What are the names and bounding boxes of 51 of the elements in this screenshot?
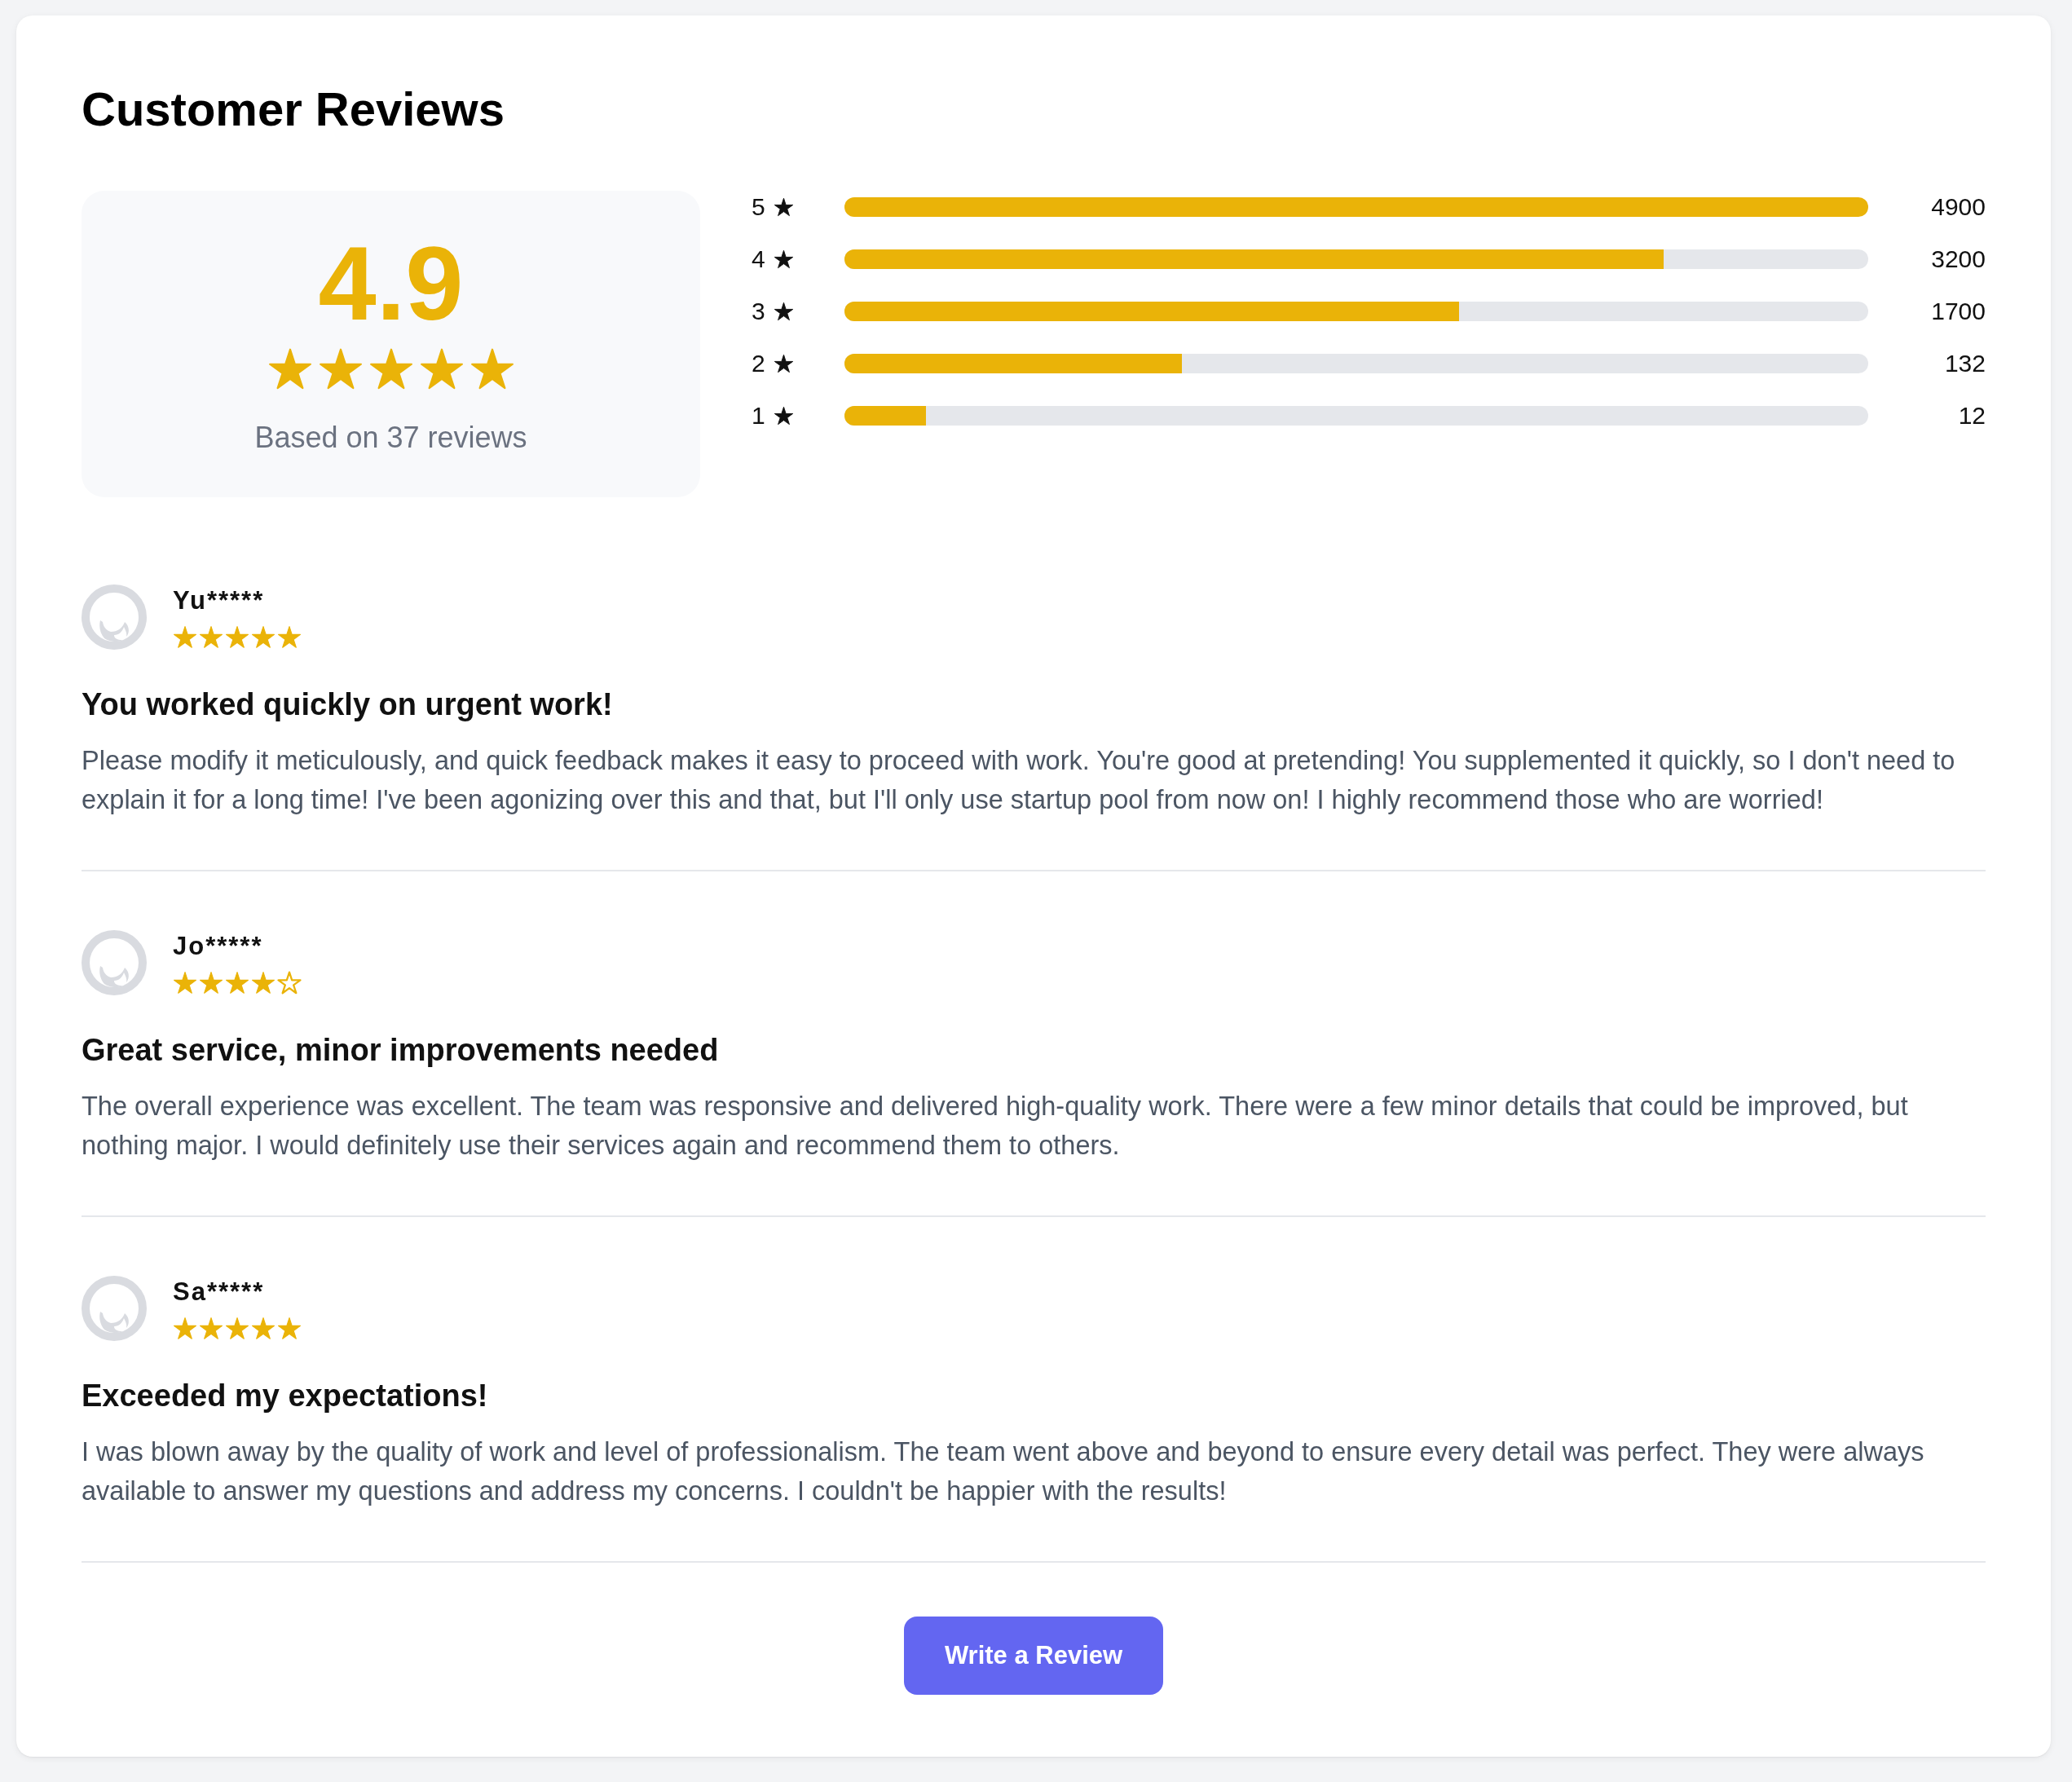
avatar-icon — [82, 930, 147, 995]
star-icon — [368, 347, 414, 390]
rating-count: 12 — [1957, 401, 1986, 430]
star-icon — [225, 970, 249, 995]
star-icon — [251, 1316, 276, 1340]
star-icon — [225, 624, 249, 649]
rating-count: 132 — [1943, 349, 1986, 378]
star-icon — [199, 1316, 223, 1340]
star-icon — [773, 354, 794, 373]
review-text: The overall experience was excellent. The team was responsive and delivered high-quality work. There were a few minor details that could be improved, but nothing major. I would definitely use their services again and recommend them to others. — [82, 1091, 1909, 1162]
reviewer-name: Sa***** — [173, 1277, 265, 1307]
write-review-button[interactable]: Write a Review — [903, 1617, 1164, 1695]
star-outline-icon — [277, 970, 302, 995]
star-icon — [225, 1316, 249, 1340]
star-level-label: 5 — [752, 192, 765, 222]
average-score: 4.9 — [318, 232, 464, 336]
star-icon — [251, 970, 276, 995]
avatar-icon — [82, 584, 147, 650]
rating-count: 3200 — [1930, 245, 1986, 274]
star-icon — [773, 249, 794, 269]
star-level-label: 4 — [752, 245, 765, 274]
star-icon — [277, 1316, 302, 1340]
star-icon — [277, 624, 302, 649]
star-icon — [773, 406, 794, 426]
star-icon — [173, 624, 197, 649]
avatar-icon — [82, 1276, 147, 1341]
star-level-label: 1 — [752, 401, 765, 430]
star-icon — [773, 197, 794, 217]
star-icon — [251, 624, 276, 649]
star-icon — [199, 970, 223, 995]
star-icon — [173, 1316, 197, 1340]
star-icon — [173, 970, 197, 995]
rating-count: 1700 — [1930, 297, 1986, 326]
star-icon — [267, 347, 313, 390]
review-text: I was blown away by the quality of work and level of professionalism. The team went above and beyond to ensure every detail was perfect. They were always available to answer my questions and address my concerns. I couldn't be happier with the results! — [82, 1436, 1925, 1507]
review-title: You worked quickly on urgent work! — [82, 686, 614, 723]
reviewer-name: Jo***** — [173, 931, 263, 961]
page-title: Customer Reviews — [82, 82, 505, 137]
rating-count: 4900 — [1930, 192, 1986, 222]
star-icon — [199, 624, 223, 649]
review-count-caption: Based on 37 reviews — [254, 420, 527, 456]
star-level-label: 3 — [752, 297, 765, 326]
review-title: Exceeded my expectations! — [82, 1378, 489, 1414]
review-text: Please modify it meticulously, and quick feedback makes it easy to proceed with work. You're good at pretending! You supplemented it quickly, so I don't need to explain it for a long time! I've been agonizing over this and that, but I'll only use startup pool from now on! I highly recommend those who are worried! — [82, 745, 1956, 816]
reviewer-name: Yu***** — [173, 585, 265, 615]
star-icon — [418, 347, 465, 390]
star-icon — [773, 302, 794, 321]
review-title: Great service, minor improvements needed — [82, 1032, 720, 1069]
star-level-label: 2 — [752, 349, 765, 378]
star-icon — [469, 347, 515, 390]
star-icon — [317, 347, 364, 390]
